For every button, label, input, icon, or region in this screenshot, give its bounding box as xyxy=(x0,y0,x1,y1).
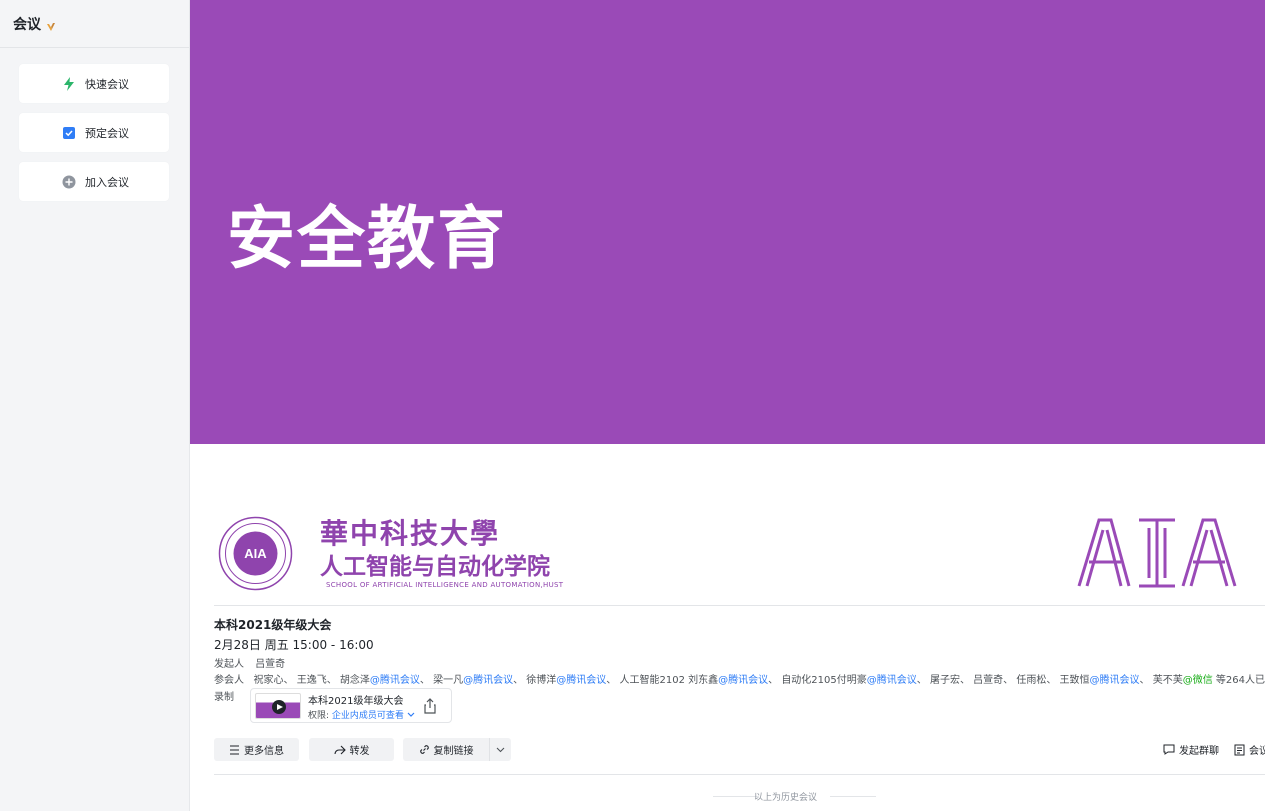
group-chat-label: 发起群聊 xyxy=(1179,746,1219,757)
join-meeting-label: 加入会议 xyxy=(85,175,129,189)
participant-name: 芙不芙 xyxy=(1152,675,1183,686)
participant-name: 王逸飞 xyxy=(296,675,327,686)
recording-permission: 权限: 企业内成员可查看 xyxy=(308,708,415,721)
forward-label: 转发 xyxy=(349,746,370,757)
participant-tag: @腾讯会议 xyxy=(718,675,769,686)
participant-name: 任雨松 xyxy=(1016,675,1047,686)
participants-label: 参会人 xyxy=(214,675,244,686)
lightning-icon xyxy=(62,76,76,91)
university-seal-icon: AIA xyxy=(218,516,293,591)
shared-screen-preview: 安全教育 xyxy=(190,0,1265,444)
schedule-meeting-label: 预定会议 xyxy=(85,126,129,140)
participant-tag: @腾讯会议 xyxy=(369,675,420,686)
recording-card[interactable]: 本科2021级年级大会 权限: 企业内成员可查看 xyxy=(250,688,452,723)
record-label: 录制 xyxy=(214,692,234,703)
divider xyxy=(214,774,1265,775)
participant-name: 自动化2105付明豪 xyxy=(781,675,867,686)
participants-row: 参会人 祝家心、 王逸飞、 胡念泽@腾讯会议、 梁一凡@腾讯会议、 徐博洋@腾讯… xyxy=(214,671,1265,686)
history-line-right xyxy=(830,796,876,797)
aia-logo-icon xyxy=(1077,518,1237,588)
quick-meeting-button[interactable]: 快速会议 xyxy=(19,64,169,103)
sidebar: 会议 快速会议 预定会议 加入会议 xyxy=(0,0,190,811)
host-row: 发起人 吕萱奇 xyxy=(214,655,285,670)
minutes-label: 会议 xyxy=(1249,746,1265,757)
participant-name: 人工智能2102 刘东鑫 xyxy=(619,675,719,686)
copy-link-dropdown-button[interactable] xyxy=(489,738,511,761)
more-info-label: 更多信息 xyxy=(244,746,284,757)
participant-name: 梁一凡 xyxy=(433,675,464,686)
participant-name: 吕萱奇 xyxy=(973,675,1004,686)
meeting-title: 本科2021级年级大会 xyxy=(214,618,332,632)
play-icon[interactable] xyxy=(272,700,286,714)
chat-icon xyxy=(1163,744,1175,755)
school-banner: AIA 華中科技大學 人工智能与自动化学院 SCHOOL OF ARTIFICI… xyxy=(190,508,1265,598)
meeting-time: 2月28日 周五 15:00 - 16:00 xyxy=(214,638,374,652)
quick-meeting-label: 快速会议 xyxy=(85,77,129,91)
history-line-left xyxy=(713,796,759,797)
schedule-meeting-button[interactable]: 预定会议 xyxy=(19,113,169,152)
slide-title: 安全教育 xyxy=(227,200,508,279)
copy-link-label: 复制链接 xyxy=(433,746,474,757)
document-icon xyxy=(1234,744,1245,755)
participants-summary: 等264人已参会，还有1人 xyxy=(1215,675,1265,686)
recording-title: 本科2021级年级大会 xyxy=(308,696,404,707)
chevron-down-icon xyxy=(496,747,505,752)
chevron-down-icon[interactable] xyxy=(407,712,415,718)
participants-list: 祝家心、 王逸飞、 胡念泽@腾讯会议、 梁一凡@腾讯会议、 徐博洋@腾讯会议、 … xyxy=(253,675,1213,686)
participant-tag: @腾讯会议 xyxy=(866,675,917,686)
forward-button[interactable]: 转发 xyxy=(309,738,394,761)
participant-tag: @腾讯会议 xyxy=(1089,675,1140,686)
host-label: 发起人 xyxy=(214,659,244,670)
host-name: 吕萱奇 xyxy=(255,659,286,670)
link-icon xyxy=(419,745,429,754)
participant-name: 胡念泽 xyxy=(339,675,370,686)
calendar-check-icon xyxy=(62,125,76,139)
sidebar-header: 会议 xyxy=(0,0,189,48)
permission-label: 权限: xyxy=(308,711,330,721)
participant-tag: @微信 xyxy=(1182,675,1213,686)
permission-dropdown[interactable]: 企业内成员可查看 xyxy=(332,711,404,721)
recording-thumbnail[interactable] xyxy=(255,693,301,719)
participant-name: 屠子宏 xyxy=(929,675,960,686)
vip-badge-icon xyxy=(46,18,58,31)
group-chat-button[interactable]: 发起群聊 xyxy=(1163,742,1219,757)
divider xyxy=(214,605,1265,606)
school-name: 人工智能与自动化学院 xyxy=(320,554,550,580)
copy-link-button[interactable]: 复制链接 xyxy=(403,738,489,761)
meeting-detail-panel: 安全教育 AIA 華中科技大學 人工智能与自动化学院 SCHOOL OF ART… xyxy=(190,0,1265,811)
participant-name: 祝家心 xyxy=(253,675,284,686)
list-icon xyxy=(230,744,239,755)
join-meeting-button[interactable]: 加入会议 xyxy=(19,162,169,201)
sidebar-title: 会议 xyxy=(13,16,41,33)
history-note: 以上为历史会议 xyxy=(754,793,818,803)
more-info-button[interactable]: 更多信息 xyxy=(214,738,299,761)
participant-tag: @腾讯会议 xyxy=(463,675,514,686)
minutes-button[interactable]: 会议 xyxy=(1234,742,1265,757)
svg-text:AIA: AIA xyxy=(244,546,267,561)
school-name-en: SCHOOL OF ARTIFICIAL INTELLIGENCE AND AU… xyxy=(326,581,564,589)
participant-name: 徐博洋 xyxy=(526,675,557,686)
plus-circle-icon xyxy=(62,174,76,189)
participant-tag: @腾讯会议 xyxy=(556,675,607,686)
participant-name: 王致恒 xyxy=(1059,675,1090,686)
share-icon[interactable] xyxy=(423,698,437,714)
forward-icon xyxy=(333,745,346,754)
university-name: 華中科技大學 xyxy=(320,517,501,550)
